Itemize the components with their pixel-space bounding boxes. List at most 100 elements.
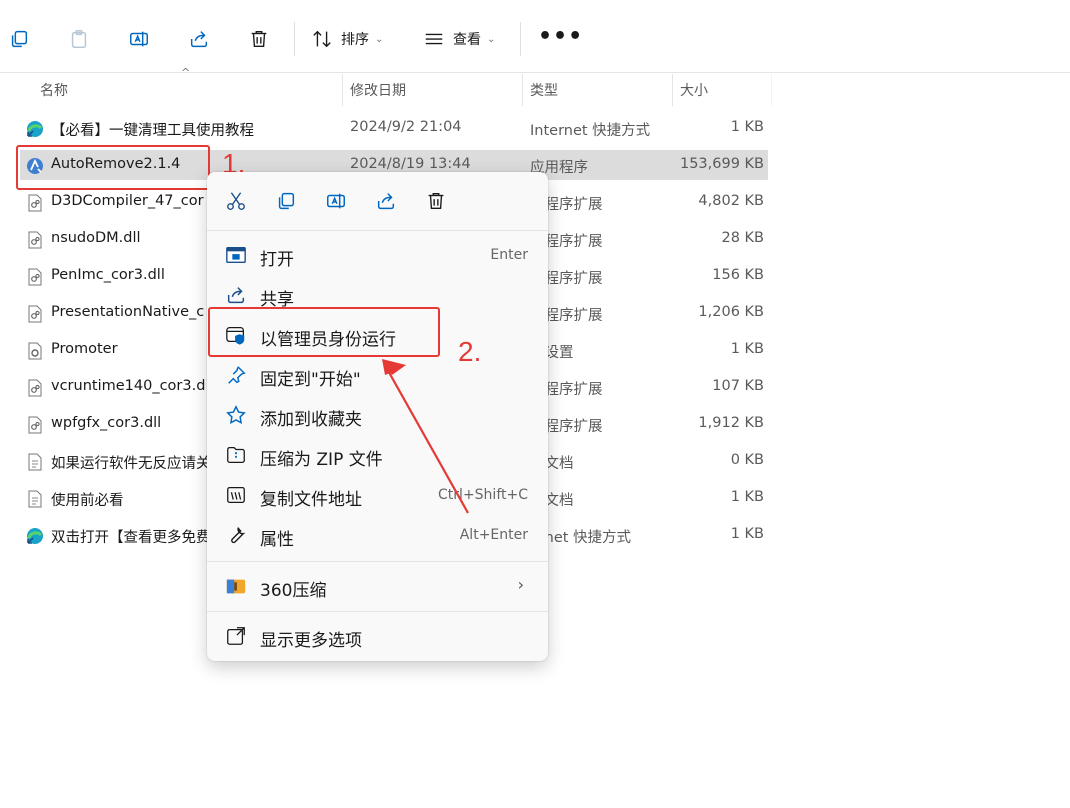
- file-date: 2024/8/19 13:44: [350, 156, 471, 172]
- copy-icon: [11, 30, 28, 48]
- file-size: 28 KB: [721, 230, 764, 246]
- column-divider: [672, 74, 673, 106]
- paste-button[interactable]: [62, 22, 96, 56]
- file-name: 【必看】一键清理工具使用教程: [51, 123, 254, 139]
- toolbar-divider: [520, 22, 521, 56]
- menu-divider: [207, 230, 548, 231]
- file-size: 0 KB: [730, 452, 764, 468]
- share-icon: [190, 31, 208, 48]
- column-divider: [522, 74, 523, 106]
- copy-button[interactable]: [271, 186, 301, 216]
- file-size: 1,206 KB: [698, 304, 764, 320]
- trash-icon: [251, 30, 267, 48]
- toolbar-divider: [294, 22, 295, 56]
- zip-icon: [227, 447, 245, 463]
- copy-path-icon: [227, 487, 245, 503]
- file-date: 2024/9/2 21:04: [350, 119, 462, 135]
- menu-item-shortcut: Enter: [490, 247, 528, 263]
- column-header-date[interactable]: 修改日期: [350, 74, 406, 106]
- rename-button[interactable]: [122, 22, 156, 56]
- wrench-icon: [231, 527, 246, 544]
- open-icon: [226, 246, 246, 264]
- view-button[interactable]: 查看 ⌄: [423, 27, 495, 51]
- chevron-right-icon: ›: [517, 575, 524, 594]
- file-type: Internet 快捷方式: [530, 123, 651, 139]
- annotation-arrow: [382, 359, 469, 514]
- column-header-type[interactable]: 类型: [530, 74, 558, 106]
- edge-shortcut-icon: [25, 526, 45, 546]
- sort-icon: [313, 30, 331, 48]
- dll-file-icon: [25, 267, 45, 287]
- dll-file-icon: [25, 193, 45, 213]
- menu-item-show-more-options[interactable]: 显示更多选项: [213, 617, 542, 655]
- view-label: 查看: [453, 32, 481, 48]
- file-size: 107 KB: [712, 378, 764, 394]
- share-button[interactable]: [371, 186, 401, 216]
- text-file-icon: [25, 452, 45, 472]
- scissors-icon: [227, 192, 245, 210]
- menu-item-360-compress[interactable]: 360压缩 ›: [213, 567, 542, 605]
- pin-icon: [228, 366, 246, 384]
- file-size: 1 KB: [730, 119, 764, 135]
- file-size: 156 KB: [712, 267, 764, 283]
- menu-item-open[interactable]: 打开 Enter: [213, 236, 542, 274]
- file-size: 153,699 KB: [679, 156, 764, 172]
- dll-file-icon: [25, 415, 45, 435]
- menu-item-label: 显示更多选项: [260, 631, 362, 651]
- file-name: Promoter: [51, 341, 118, 357]
- rename-icon: [327, 193, 345, 209]
- file-name: D3DCompiler_47_cor: [51, 193, 204, 209]
- share-button[interactable]: [182, 22, 216, 56]
- file-name: nsudoDM.dll: [51, 230, 141, 246]
- file-name: vcruntime140_cor3.d: [51, 378, 206, 394]
- delete-button[interactable]: [242, 22, 276, 56]
- share-icon: [227, 287, 245, 304]
- file-size: 1 KB: [730, 489, 764, 505]
- file-size: 1,912 KB: [698, 415, 764, 431]
- copy-button[interactable]: [2, 22, 36, 56]
- sort-button[interactable]: 排序 ⌄: [311, 27, 383, 51]
- menu-item-label: 打开: [260, 250, 294, 270]
- copy-icon: [278, 192, 295, 210]
- file-size: 1 KB: [730, 341, 764, 357]
- rename-button[interactable]: [321, 186, 351, 216]
- dll-file-icon: [25, 378, 45, 398]
- column-header-name[interactable]: 名称: [40, 74, 68, 106]
- menu-item-label: 360压缩: [260, 581, 327, 601]
- share-icon: [377, 193, 395, 210]
- trash-icon: [428, 192, 444, 210]
- file-size: 4,802 KB: [698, 193, 764, 209]
- command-bar: 排序 ⌄ 查看 ⌄ •••: [0, 0, 1070, 73]
- menu-divider: [207, 561, 548, 562]
- archive-360-icon: [226, 579, 246, 594]
- file-name: 使用前必看: [51, 493, 124, 509]
- text-file-icon: [25, 489, 45, 509]
- sort-label: 排序: [341, 32, 369, 48]
- context-quick-actions: [207, 172, 548, 228]
- file-size: 1 KB: [730, 526, 764, 542]
- star-icon: [226, 405, 246, 424]
- chevron-down-icon: ⌄: [375, 33, 384, 45]
- column-divider: [342, 74, 343, 106]
- edge-shortcut-icon: [25, 119, 45, 139]
- file-name: PenImc_cor3.dll: [51, 267, 165, 283]
- menu-item-label: 属性: [260, 530, 294, 550]
- annotation-box-step1: [16, 145, 210, 190]
- file-name: 如果运行软件无反应请关: [51, 456, 211, 472]
- expand-icon: [227, 627, 245, 645]
- column-header-size[interactable]: 大小: [680, 74, 708, 106]
- config-file-icon: [25, 341, 45, 361]
- file-name: PresentationNative_c: [51, 304, 205, 320]
- dll-file-icon: [25, 230, 45, 250]
- sort-caret-icon: ^: [181, 66, 191, 79]
- rename-icon: [130, 31, 148, 47]
- file-row[interactable]: 【必看】一键清理工具使用教程 2024/9/2 21:04 Internet 快…: [20, 113, 768, 143]
- more-options-button[interactable]: •••: [538, 24, 583, 49]
- menu-item-shortcut: Alt+Enter: [459, 527, 528, 543]
- file-name: wpfgfx_cor3.dll: [51, 415, 162, 431]
- menu-divider: [207, 611, 548, 612]
- delete-button[interactable]: [421, 186, 451, 216]
- file-name: 双击打开【查看更多免费: [51, 530, 211, 546]
- cut-button[interactable]: [221, 186, 251, 216]
- view-list-icon: [425, 33, 443, 45]
